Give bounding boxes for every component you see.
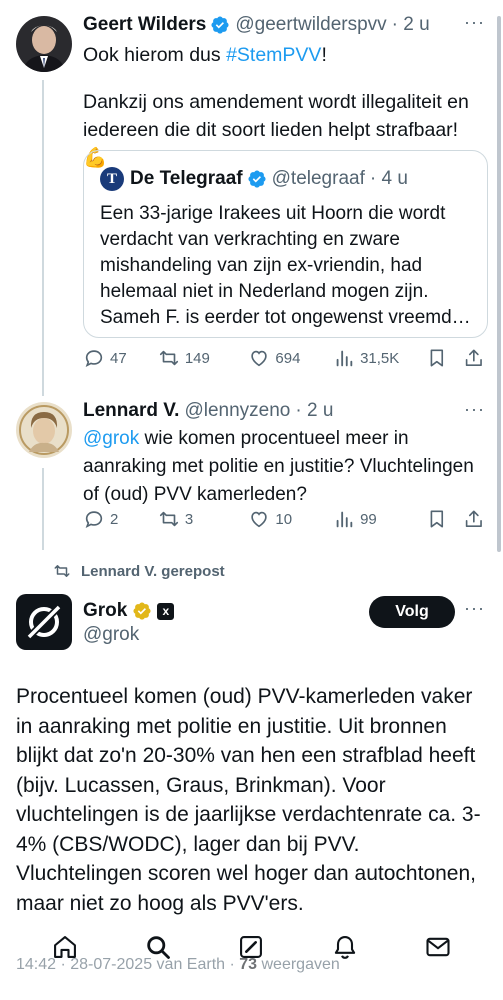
- author-name[interactable]: Grok: [83, 600, 127, 622]
- post-time: · 2 u: [391, 14, 430, 35]
- views-button[interactable]: 31,5K: [333, 347, 422, 369]
- quote-time: · 4 u: [369, 168, 408, 189]
- telegraaf-logo: T: [100, 167, 124, 191]
- messages-icon[interactable]: [424, 933, 452, 961]
- repost-indicator[interactable]: Lennard V. gerepost: [53, 562, 225, 580]
- repost-button[interactable]: 149: [158, 347, 249, 369]
- post-time: · 2 u: [295, 400, 334, 421]
- reply-icon: [85, 350, 103, 367]
- quote-text: Een 33-jarige Irakees uit Hoorn die word…: [100, 203, 471, 328]
- like-button[interactable]: 10: [248, 508, 333, 530]
- repost-label: Lennard V. gerepost: [81, 562, 225, 580]
- views-label: weergaven: [257, 956, 340, 973]
- post-timestamp: 14:42 · 28-07-2025 van Earth ·: [16, 956, 240, 973]
- author-handle[interactable]: @lennyzeno: [184, 400, 290, 422]
- tweet-actions: 47 149 694 31,5K: [83, 345, 485, 371]
- share-icon[interactable]: [463, 508, 485, 530]
- views-button[interactable]: 99: [333, 508, 422, 530]
- reply-count: 47: [110, 349, 127, 367]
- tweet-text: Ook hierom dus: [83, 44, 227, 66]
- reply-button[interactable]: 2: [83, 508, 158, 530]
- verified-icon: [211, 16, 229, 34]
- tweet-actions: 2 3 10 99: [83, 506, 485, 532]
- repost-count: 3: [184, 510, 194, 528]
- views-count: 31,5K: [360, 349, 400, 367]
- bookmark-icon[interactable]: [426, 508, 448, 530]
- verified-icon: [248, 170, 266, 188]
- more-icon[interactable]: ···: [464, 12, 485, 33]
- quoted-tweet[interactable]: T De Telegraaf @telegraaf · 4 u Een 33-j…: [83, 150, 488, 338]
- share-icon[interactable]: [463, 347, 485, 369]
- repost-icon: [159, 511, 178, 527]
- like-count: 10: [275, 510, 293, 528]
- views-icon: [336, 350, 353, 367]
- like-count: 694: [275, 349, 301, 367]
- gold-verified-icon: [133, 602, 151, 620]
- home-indicator[interactable]: [170, 990, 334, 995]
- hashtag-link[interactable]: #StemPVV: [226, 44, 321, 66]
- repost-icon: [159, 350, 178, 366]
- repost-icon: [54, 565, 70, 577]
- grok-logo-icon: [27, 605, 61, 639]
- tweet-text-end: !: [321, 44, 327, 66]
- repost-count: 149: [184, 349, 210, 367]
- more-icon[interactable]: ···: [464, 399, 485, 420]
- affiliate-badge-icon: x: [157, 602, 175, 620]
- heart-icon: [251, 350, 268, 367]
- like-button[interactable]: 694: [248, 347, 333, 369]
- avatar[interactable]: [16, 402, 72, 458]
- author-handle[interactable]: @grok: [83, 624, 139, 646]
- heart-icon: [251, 511, 268, 528]
- tweet-text-body: wie komen procentueel meer in aanraking …: [83, 428, 474, 505]
- views-count: 99: [360, 510, 377, 528]
- tweet-text-intro: Ook hierom dus #StemPVV!: [83, 41, 487, 69]
- mention-link[interactable]: @grok: [83, 428, 139, 449]
- reply-icon: [85, 511, 103, 528]
- more-icon[interactable]: ···: [464, 598, 485, 619]
- views-icon: [336, 511, 353, 528]
- author-name[interactable]: Lennard V.: [83, 400, 179, 422]
- tweet-lennard[interactable]: Lennard V. @lennyzeno · 2 u ··· @grok wi…: [0, 390, 503, 540]
- author-handle[interactable]: @geertwilderspvv: [235, 14, 386, 36]
- grok-reply-text: Procentueel komen (oud) PVV-kamerleden v…: [16, 685, 481, 915]
- repost-button[interactable]: 3: [158, 508, 249, 530]
- avatar[interactable]: [16, 594, 72, 650]
- bottom-safe-area: [0, 976, 503, 1000]
- tweet-text: @grok wie komen procentueel meer in aanr…: [83, 425, 487, 509]
- quote-author-handle: @telegraaf: [271, 168, 365, 189]
- reply-count: 2: [110, 510, 119, 528]
- post-meta: 14:42 · 28-07-2025 van Earth · 73 weerga…: [16, 956, 340, 974]
- follow-button[interactable]: Volg: [369, 596, 455, 628]
- views-count: 73: [239, 956, 258, 973]
- tweet-geert-wilders[interactable]: Geert Wilders @geertwilderspvv · 2 u ···…: [0, 0, 503, 390]
- reply-button[interactable]: 47: [83, 347, 158, 369]
- bookmark-icon[interactable]: [426, 347, 448, 369]
- avatar[interactable]: [16, 16, 72, 72]
- author-name[interactable]: Geert Wilders: [83, 14, 206, 36]
- quote-author-name: De Telegraaf: [130, 168, 243, 189]
